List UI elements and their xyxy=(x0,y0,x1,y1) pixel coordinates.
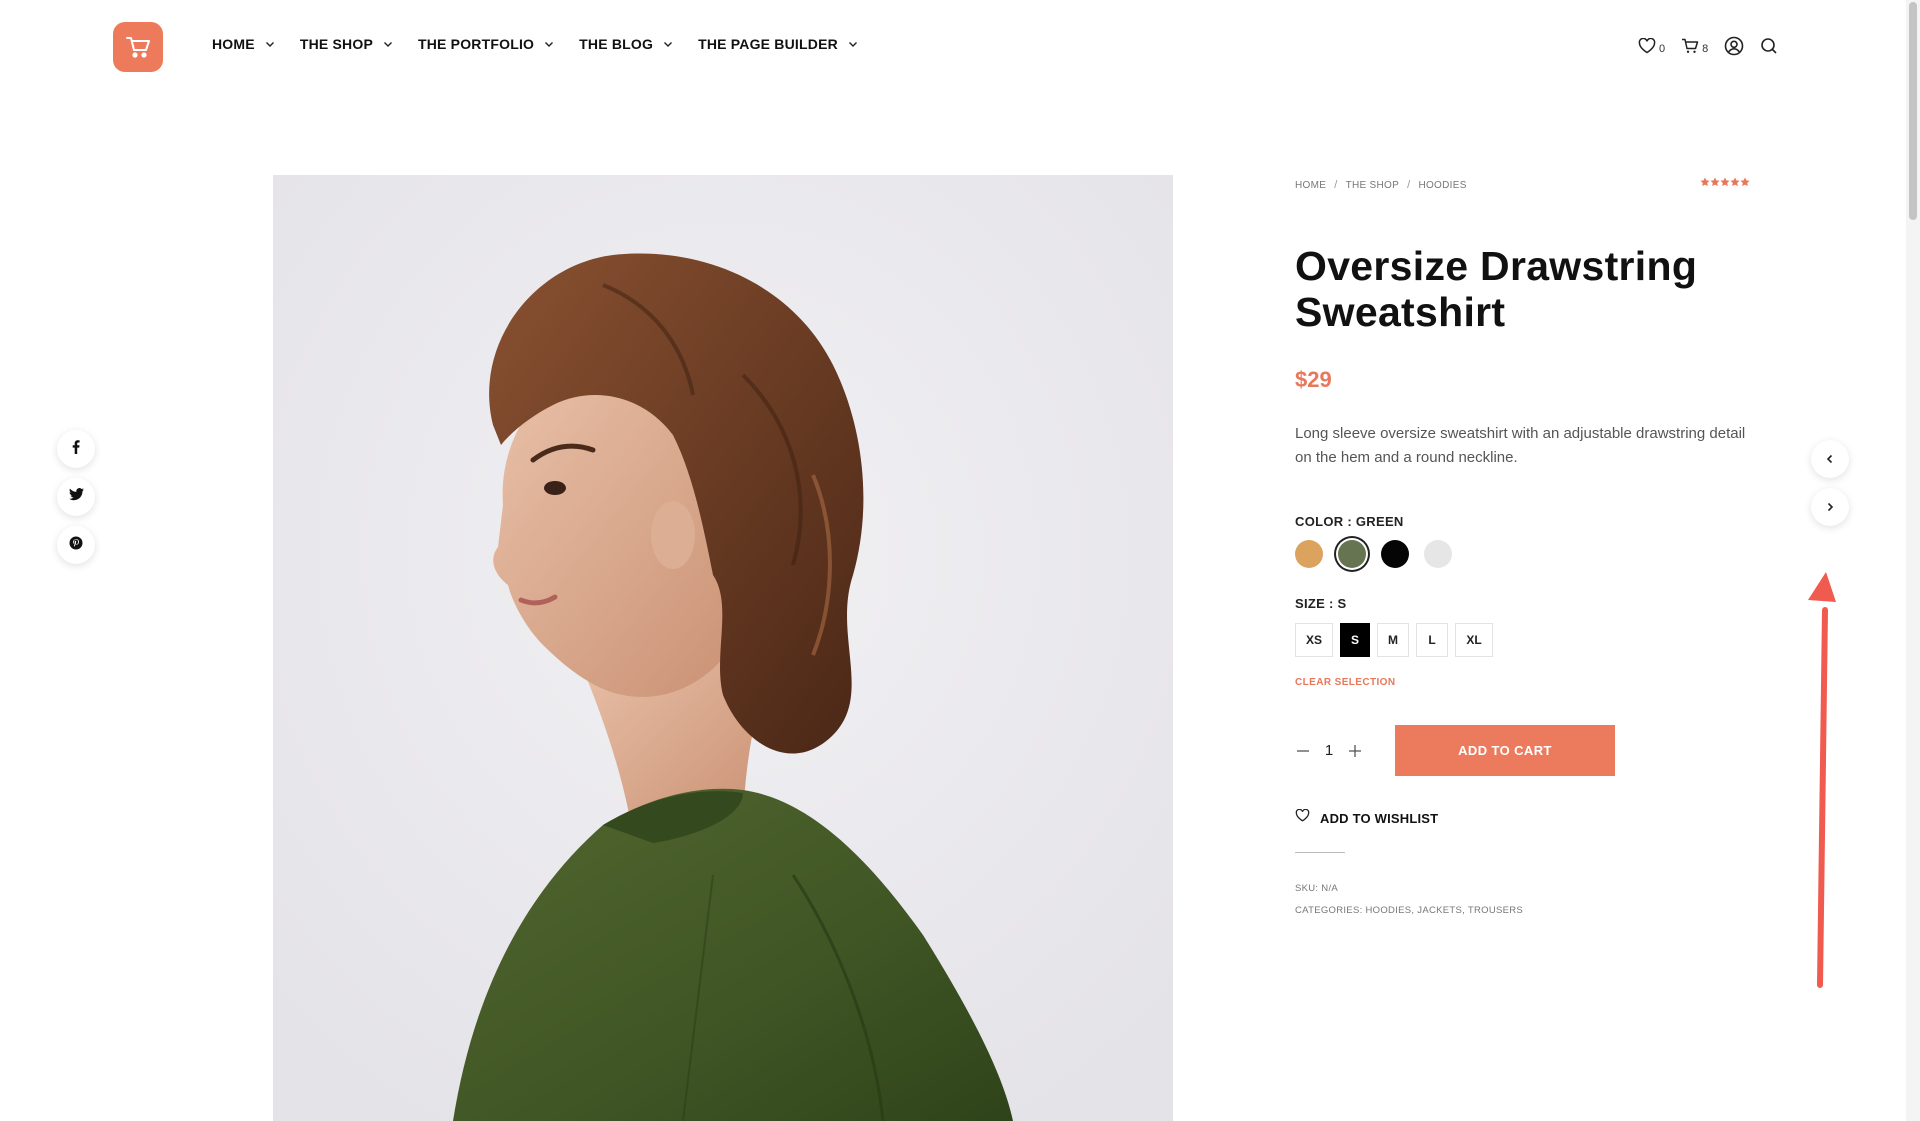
color-label: COLOR : GREEN xyxy=(1295,514,1404,529)
breadcrumb-separator: / xyxy=(1334,179,1338,191)
color-swatch-mustard[interactable] xyxy=(1295,540,1323,568)
clear-selection-link[interactable]: CLEAR SELECTION xyxy=(1295,677,1750,688)
cart-icon xyxy=(1681,38,1699,59)
color-swatch-light-grey[interactable] xyxy=(1424,540,1452,568)
chevron-down-icon xyxy=(662,38,674,50)
chevron-left-icon xyxy=(1826,454,1833,464)
nav-item-page-builder[interactable]: THE PAGE BUILDER xyxy=(698,36,859,52)
previous-product-button[interactable] xyxy=(1811,440,1849,478)
color-swatches xyxy=(1295,540,1750,568)
size-option-m[interactable]: M xyxy=(1377,623,1409,657)
star-icon xyxy=(1700,177,1710,187)
quantity-decrease-button[interactable] xyxy=(1295,743,1311,759)
heart-icon xyxy=(1638,37,1656,59)
chevron-down-icon xyxy=(382,38,394,50)
heart-icon xyxy=(1295,808,1310,827)
facebook-icon xyxy=(69,439,83,459)
quantity-input[interactable] xyxy=(1311,742,1347,759)
plus-icon xyxy=(1349,744,1361,757)
user-icon xyxy=(1724,36,1744,61)
chevron-down-icon xyxy=(264,38,276,50)
size-option-s[interactable]: S xyxy=(1340,623,1370,657)
category-link-trousers[interactable]: TROUSERS xyxy=(1468,905,1523,916)
sku: SKU: N/A xyxy=(1295,883,1339,894)
pinterest-share-button[interactable] xyxy=(57,526,95,564)
twitter-icon xyxy=(68,488,84,506)
wishlist-link[interactable]: 0 xyxy=(1638,37,1666,59)
nav-item-label: THE PAGE BUILDER xyxy=(698,36,838,52)
product-meta: SKU: N/A CATEGORIES: HOODIES, JACKETS, T… xyxy=(1295,878,1750,922)
rating-stars[interactable] xyxy=(1700,177,1750,187)
social-share xyxy=(57,430,95,574)
add-to-cart-row: ADD TO CART xyxy=(1295,725,1750,776)
product-summary: HOME / THE SHOP / HOODIES Oversize Draws… xyxy=(1295,175,1750,922)
next-product-button[interactable] xyxy=(1811,488,1849,526)
search-icon xyxy=(1760,37,1778,60)
annotation-arrow-icon xyxy=(1808,572,1836,988)
search-link[interactable] xyxy=(1760,37,1778,60)
nav-item-shop[interactable]: THE SHOP xyxy=(300,36,394,52)
breadcrumb-home[interactable]: HOME xyxy=(1295,180,1326,191)
category-link-hoodies[interactable]: HOODIES xyxy=(1365,905,1411,916)
nav-item-blog[interactable]: THE BLOG xyxy=(579,36,674,52)
facebook-share-button[interactable] xyxy=(57,430,95,468)
breadcrumb-shop[interactable]: THE SHOP xyxy=(1346,180,1400,191)
scrollbar-thumb[interactable] xyxy=(1909,2,1917,220)
categories: CATEGORIES: HOODIES, JACKETS, TROUSERS xyxy=(1295,905,1524,916)
categories-label: CATEGORIES: xyxy=(1295,905,1363,916)
cart-count: 8 xyxy=(1702,42,1709,55)
size-label: SIZE : S xyxy=(1295,596,1347,611)
nav-item-label: THE SHOP xyxy=(299,36,373,52)
nav-item-home[interactable]: HOME xyxy=(212,36,276,52)
quantity-stepper xyxy=(1295,742,1395,759)
product-description: Long sleeve oversize sweatshirt with an … xyxy=(1295,425,1746,466)
nav-item-label: THE PORTFOLIO xyxy=(417,36,535,52)
star-icon xyxy=(1730,177,1740,187)
meta-divider xyxy=(1295,852,1345,853)
cart-logo-icon[interactable] xyxy=(113,22,163,72)
account-link[interactable] xyxy=(1724,36,1744,61)
add-to-wishlist-label: ADD TO WISHLIST xyxy=(1320,810,1439,826)
breadcrumb-hoodies[interactable]: HOODIES xyxy=(1418,180,1466,191)
pinterest-icon xyxy=(69,536,83,555)
header-utilities: 0 8 xyxy=(1638,36,1794,61)
size-option-xs[interactable]: XS xyxy=(1295,623,1333,657)
product-price: $29 xyxy=(1295,367,1332,392)
chevron-down-icon xyxy=(847,38,859,50)
size-option-l[interactable]: L xyxy=(1416,623,1448,657)
add-to-cart-button[interactable]: ADD TO CART xyxy=(1395,725,1615,776)
size-option-xl[interactable]: XL xyxy=(1455,623,1493,657)
star-icon xyxy=(1720,177,1730,187)
add-to-wishlist-button[interactable]: ADD TO WISHLIST xyxy=(1295,808,1750,827)
minus-icon xyxy=(1297,749,1309,752)
chevron-right-icon xyxy=(1827,502,1834,512)
star-icon xyxy=(1740,177,1750,187)
quantity-increase-button[interactable] xyxy=(1347,743,1363,759)
star-icon xyxy=(1710,177,1720,187)
twitter-share-button[interactable] xyxy=(57,478,95,516)
size-options: XS S M L XL xyxy=(1295,623,1750,657)
wishlist-count: 0 xyxy=(1659,42,1666,55)
breadcrumb: HOME / THE SHOP / HOODIES xyxy=(1295,179,1750,191)
color-swatch-black[interactable] xyxy=(1381,540,1409,568)
page-scrollbar[interactable] xyxy=(1906,0,1920,1121)
main-nav: HOME THE SHOP THE PORTFOLIO THE BLOG THE… xyxy=(212,36,883,52)
nav-item-label: HOME xyxy=(212,36,255,52)
product-image[interactable] xyxy=(273,175,1173,1121)
nav-item-portfolio[interactable]: THE PORTFOLIO xyxy=(418,36,555,52)
cart-link[interactable]: 8 xyxy=(1681,38,1708,59)
breadcrumb-separator: / xyxy=(1407,179,1411,191)
nav-item-label: THE BLOG xyxy=(579,36,654,52)
category-link-jackets[interactable]: JACKETS xyxy=(1417,905,1462,916)
color-swatch-green[interactable] xyxy=(1338,540,1366,568)
site-header: HOME THE SHOP THE PORTFOLIO THE BLOG THE… xyxy=(0,0,1906,95)
product-title: Oversize Drawstring Sweatshirt xyxy=(1295,243,1698,335)
chevron-down-icon xyxy=(543,38,555,50)
